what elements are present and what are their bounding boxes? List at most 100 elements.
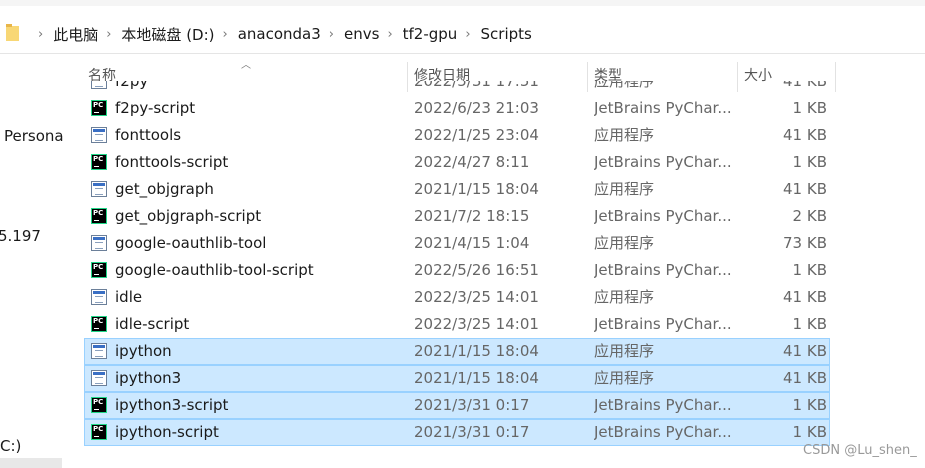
file-size: 41 KB	[783, 288, 827, 306]
sort-ascending-icon: ︿	[241, 60, 251, 71]
file-date: 2021/4/15 1:04	[414, 234, 530, 252]
app-icon	[91, 181, 107, 197]
pycharm-icon	[91, 316, 107, 332]
file-date: 2021/1/15 18:04	[414, 180, 539, 198]
file-type: 应用程序	[594, 342, 655, 360]
file-type: JetBrains PyChar...	[594, 315, 732, 333]
file-size: 41 KB	[783, 342, 827, 360]
file-name: fonttools	[115, 126, 182, 144]
chevron-right-icon[interactable]: ›	[329, 27, 334, 42]
file-name: ipython	[115, 342, 172, 360]
file-size: 1 KB	[792, 99, 827, 117]
file-row[interactable]: ipython3-script 2021/3/31 0:17 JetBrains P…	[84, 392, 830, 419]
breadcrumb-item[interactable]: Scripts	[481, 25, 532, 43]
file-date: 2022/3/25 14:01	[414, 315, 539, 333]
file-row[interactable]: google-oauthlib-tool-script 2022/5/26 16:…	[84, 257, 830, 284]
app-icon	[91, 127, 107, 143]
app-icon	[91, 289, 107, 305]
file-date: 2022/3/25 14:01	[414, 288, 539, 306]
chevron-right-icon[interactable]: ›	[38, 27, 43, 42]
file-name: google-oauthlib-tool-script	[115, 261, 314, 279]
folder-icon	[6, 24, 19, 41]
file-name: ipython3	[115, 369, 182, 387]
app-icon	[91, 343, 107, 359]
file-row[interactable]: fonttools-script 2022/4/27 8:11 JetBrains …	[84, 149, 830, 176]
file-name: get_objgraph-script	[115, 207, 262, 225]
file-size: 73 KB	[783, 234, 827, 252]
file-type: JetBrains PyChar...	[594, 153, 732, 171]
file-type: JetBrains PyChar...	[594, 423, 732, 441]
app-icon	[91, 370, 107, 386]
file-row[interactable]: fonttools 2022/1/25 23:04 应用程序 41 KB	[84, 122, 830, 149]
pycharm-icon	[91, 208, 107, 224]
file-row[interactable]: ipython-script 2021/3/31 0:17 JetBrains Py…	[84, 419, 830, 446]
file-date: 2021/3/31 0:17	[414, 396, 530, 414]
pycharm-icon	[91, 262, 107, 278]
file-row[interactable]: f2py-script 2022/6/23 21:03 JetBrains PyCh…	[84, 95, 830, 122]
file-size: 41 KB	[783, 81, 827, 90]
file-row[interactable]: f2py 2022/5/31 17:51 应用程序 41 KB	[84, 81, 830, 95]
pycharm-icon	[91, 154, 107, 170]
file-type: 应用程序	[594, 81, 655, 90]
file-row[interactable]: google-oauthlib-tool 2021/4/15 1:04 应用程序 73…	[84, 230, 830, 257]
file-name: fonttools-script	[115, 153, 229, 171]
chevron-right-icon[interactable]: ›	[465, 27, 470, 42]
file-name: idle-script	[115, 315, 190, 333]
file-size: 1 KB	[792, 423, 827, 441]
file-size: 41 KB	[783, 126, 827, 144]
watermark-text: CSDN @Lu_shen_	[803, 443, 917, 458]
breadcrumb-item[interactable]: 此电脑	[53, 24, 98, 45]
file-date: 2022/6/23 21:03	[414, 99, 539, 117]
nav-item-drive-c[interactable]: C:)	[0, 437, 21, 455]
file-size: 1 KB	[792, 153, 827, 171]
file-name: ipython-script	[115, 423, 219, 441]
pycharm-icon	[91, 424, 107, 440]
file-type: JetBrains PyChar...	[594, 99, 732, 117]
file-date: 2021/1/15 18:04	[414, 369, 539, 387]
file-list: f2py 2022/5/31 17:51 应用程序 41 KB f2py-script 2…	[84, 81, 844, 468]
breadcrumb-item[interactable]: envs	[344, 25, 379, 43]
address-bar[interactable]: › 此电脑 › 本地磁盘 (D:) › anaconda3 › envs › tf2-gpu › Sc…	[0, 15, 925, 54]
file-row[interactable]: get_objgraph-script 2021/7/2 18:15 JetBrai…	[84, 203, 830, 230]
app-icon	[91, 235, 107, 251]
file-date: 2021/7/2 18:15	[414, 207, 530, 225]
breadcrumb: › 此电脑 › 本地磁盘 (D:) › anaconda3 › envs › tf2-gpu › Sc…	[30, 15, 532, 53]
file-type: 应用程序	[594, 126, 655, 144]
chevron-right-icon[interactable]: ›	[106, 27, 111, 42]
file-row[interactable]: ipython3 2021/1/15 18:04 应用程序 41 KB	[84, 365, 830, 392]
chevron-right-icon[interactable]: ›	[223, 27, 228, 42]
file-size: 1 KB	[792, 315, 827, 333]
file-row[interactable]: get_objgraph 2021/1/15 18:04 应用程序 41 KB	[84, 176, 830, 203]
breadcrumb-item[interactable]: anaconda3	[238, 25, 321, 43]
file-date: 2022/4/27 8:11	[414, 153, 530, 171]
file-size: 1 KB	[792, 261, 827, 279]
nav-item-ip[interactable]: 5.197	[0, 227, 41, 245]
file-date: 2022/1/25 23:04	[414, 126, 539, 144]
pycharm-icon	[91, 100, 107, 116]
breadcrumb-item[interactable]: 本地磁盘 (D:)	[121, 24, 214, 45]
file-type: 应用程序	[594, 369, 655, 387]
file-date: 2021/3/31 0:17	[414, 423, 530, 441]
file-size: 41 KB	[783, 369, 827, 387]
file-type: JetBrains PyChar...	[594, 396, 732, 414]
file-date: 2021/1/15 18:04	[414, 342, 539, 360]
file-row[interactable]: ipython 2021/1/15 18:04 应用程序 41 KB	[84, 338, 830, 365]
nav-item-persona[interactable]: Persona	[4, 127, 64, 145]
breadcrumb-item[interactable]: tf2-gpu	[403, 25, 458, 43]
top-toolbar-strip	[0, 0, 925, 6]
file-name: ipython3-script	[115, 396, 229, 414]
file-type: JetBrains PyChar...	[594, 207, 732, 225]
file-type: JetBrains PyChar...	[594, 261, 732, 279]
file-size: 2 KB	[792, 207, 827, 225]
pycharm-icon	[91, 397, 107, 413]
file-type: 应用程序	[594, 288, 655, 306]
nav-scroll-strip	[0, 458, 62, 468]
app-icon	[91, 81, 107, 89]
navigation-pane: Persona 5.197 C:)	[0, 54, 64, 468]
file-size: 1 KB	[792, 396, 827, 414]
chevron-right-icon[interactable]: ›	[387, 27, 392, 42]
file-size: 41 KB	[783, 180, 827, 198]
file-row[interactable]: idle 2022/3/25 14:01 应用程序 41 KB	[84, 284, 830, 311]
file-row[interactable]: idle-script 2022/3/25 14:01 JetBrains PyCh…	[84, 311, 830, 338]
file-type: 应用程序	[594, 234, 655, 252]
